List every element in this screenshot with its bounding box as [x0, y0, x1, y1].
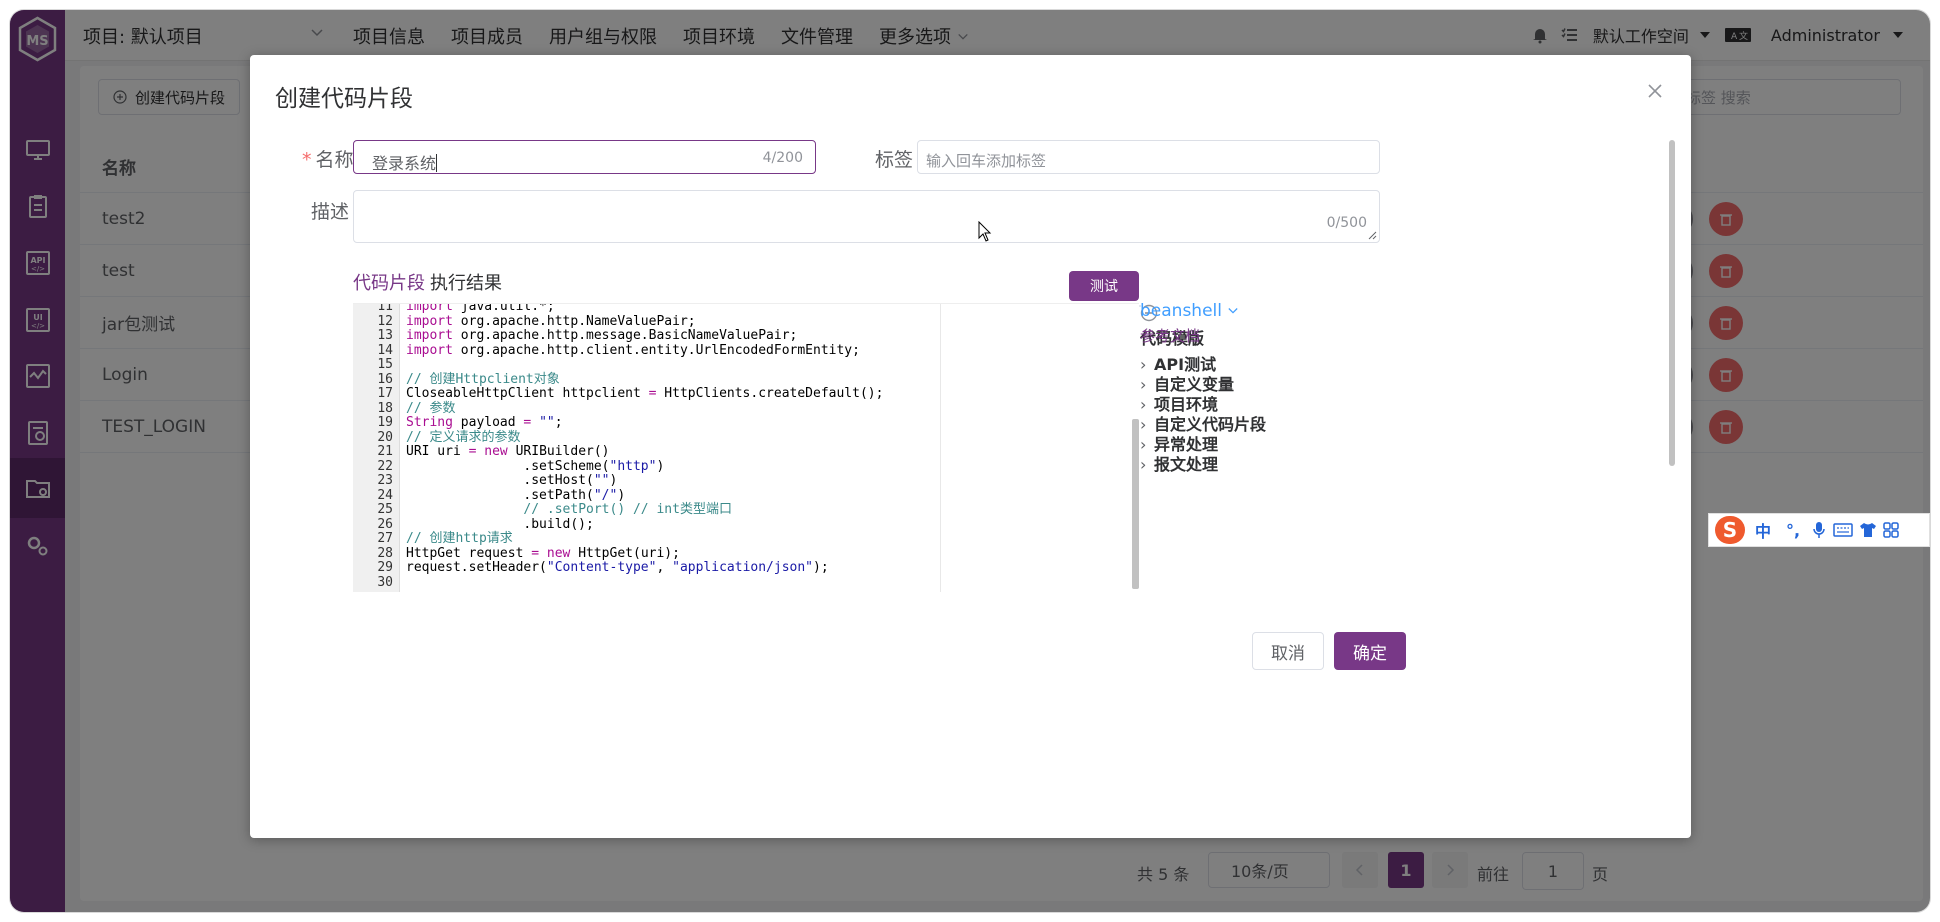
text-caret [436, 154, 438, 172]
mouse-pointer-icon [978, 221, 992, 242]
app-window: MS API</> UI</> 项目: 默认项目 项目信息 [10, 10, 1930, 912]
ime-language-toggle[interactable]: 中 [1751, 518, 1775, 542]
reference-doc-link[interactable]: 参考文档 [1140, 325, 1200, 346]
cancel-button[interactable]: 取消 [1252, 632, 1324, 670]
description-char-count: 0/500 [1326, 215, 1367, 231]
ime-toolbar: S 中 °, [1708, 513, 1930, 547]
line-number: 30 [377, 574, 393, 590]
language-value: beanshell [1140, 301, 1222, 321]
tree-node-label: 报文处理 [1154, 455, 1219, 474]
required-asterisk: * [302, 149, 312, 171]
confirm-button[interactable]: 确定 [1334, 632, 1406, 670]
name-value-text: 登录系统 [372, 154, 437, 173]
name-label-text: 名称 [315, 149, 354, 171]
code-editor[interactable]: 11 import java.util.*; 12 import org.apache… [353, 303, 1139, 592]
sogou-logo-icon[interactable]: S [1715, 516, 1745, 544]
tag-input[interactable]: 输入回车添加标签 [917, 140, 1380, 174]
tag-input-placeholder: 输入回车添加标签 [926, 152, 1047, 170]
name-label: * 名称 [302, 145, 354, 172]
name-char-count: 4/200 [762, 150, 803, 166]
tree-node-message[interactable]: › 报文处理 [1140, 451, 1218, 475]
keyboard-icon[interactable] [1833, 522, 1853, 538]
close-icon[interactable] [1645, 81, 1665, 101]
microphone-icon[interactable] [1811, 521, 1827, 539]
tab-execution-result[interactable]: 执行结果 [430, 269, 502, 295]
dialog-scrollbar[interactable] [1669, 140, 1675, 466]
name-input-value: 登录系统 [372, 150, 438, 174]
description-textarea[interactable]: 0/500 [353, 190, 1380, 243]
toolbox-grid-icon[interactable] [1883, 522, 1899, 538]
chevron-right-icon: › [1140, 455, 1147, 474]
snippet-tabs: 代码片段 执行结果 [353, 267, 1141, 307]
test-button[interactable]: 测试 [1069, 271, 1139, 301]
resize-handle-icon[interactable] [1368, 231, 1377, 240]
chevron-down-icon [1228, 308, 1238, 314]
skin-shirt-icon[interactable] [1859, 522, 1877, 538]
code-line[interactable]: 30 [353, 574, 1139, 592]
dialog-title: 创建代码片段 [275, 86, 413, 112]
tab-code-snippet[interactable]: 代码片段 [353, 269, 425, 295]
create-snippet-dialog: 创建代码片段 * 名称 登录系统 4/200 标签 输入回车添加标签 描述 0/5… [250, 55, 1691, 838]
ime-punctuation-toggle[interactable]: °, [1781, 521, 1805, 540]
name-input[interactable]: 登录系统 4/200 [353, 140, 816, 174]
editor-scrollbar[interactable] [1132, 419, 1139, 589]
description-label: 描述 [311, 201, 350, 223]
tag-label: 标签 [875, 149, 914, 171]
language-selector[interactable]: beanshell [1140, 301, 1239, 321]
